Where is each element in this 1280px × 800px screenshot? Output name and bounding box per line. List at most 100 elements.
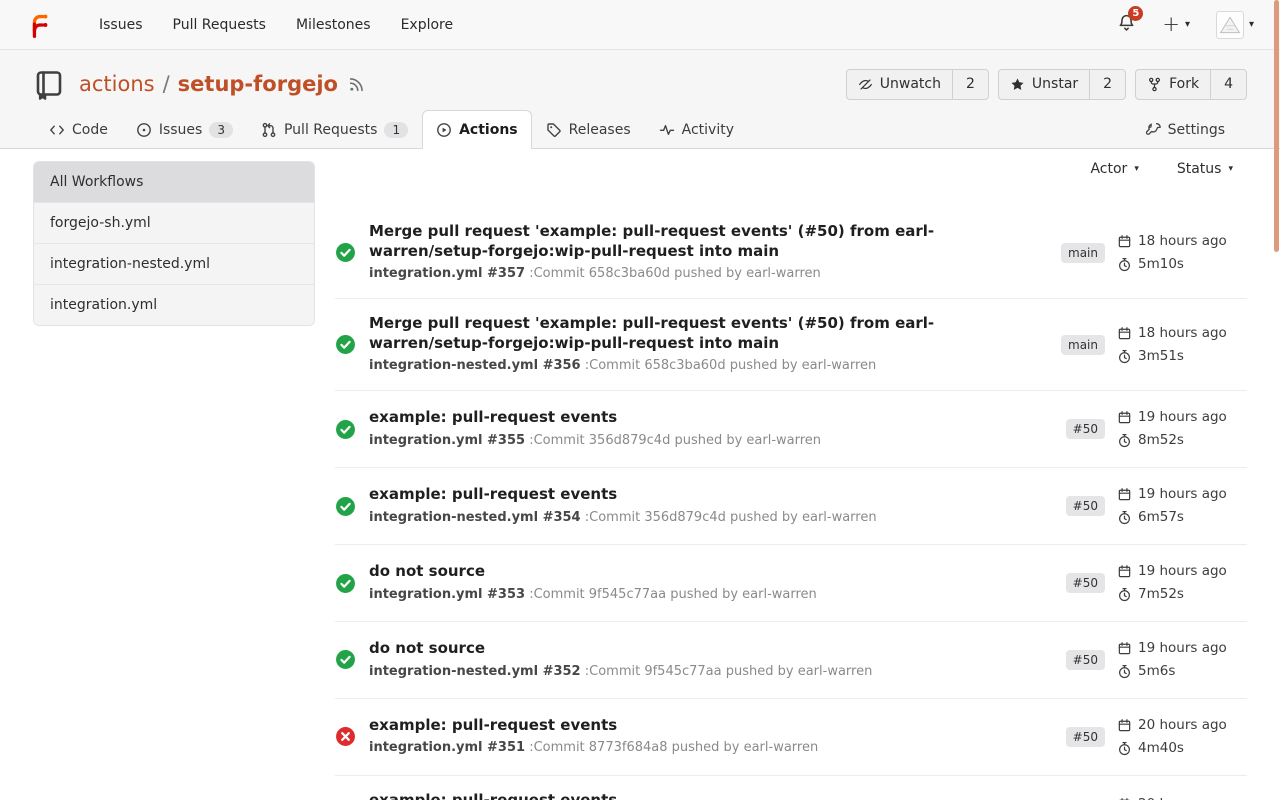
nav-link-explore[interactable]: Explore	[386, 9, 469, 41]
run-duration: 7m52s	[1138, 583, 1184, 606]
run-subtitle: integration.yml #353 :Commit 9f545c77aa …	[369, 586, 1045, 604]
tab-activity-label: Activity	[682, 122, 734, 138]
run-title-link[interactable]: example: pull-request events	[369, 791, 987, 800]
run-body: do not source integration-nested.yml #35…	[369, 639, 1059, 681]
run-title-link[interactable]: example: pull-request events	[369, 485, 987, 505]
run-status-icon	[335, 496, 356, 517]
run-title-link[interactable]: Merge pull request 'example: pull-reques…	[369, 314, 987, 353]
stopwatch-icon	[1117, 257, 1132, 272]
run-ref-badge[interactable]: #50	[1066, 650, 1105, 670]
forks-count[interactable]: 4	[1210, 70, 1246, 99]
play-circle-icon	[436, 122, 452, 138]
page-scrollbar-thumb[interactable]	[1274, 0, 1279, 252]
fork-button-group: Fork 4	[1135, 69, 1247, 100]
sidebar-item-all-workflows[interactable]: All Workflows	[34, 162, 314, 203]
run-time-line: 19 hours ago	[1117, 406, 1247, 429]
forgejo-logo-icon[interactable]	[26, 11, 54, 39]
run-ref-badge[interactable]: main	[1061, 243, 1105, 263]
repo-owner-link[interactable]: actions	[79, 72, 155, 96]
notifications-button[interactable]: 5	[1117, 13, 1136, 36]
run-subtitle: integration-nested.yml #356 :Commit 658c…	[369, 357, 1045, 375]
calendar-icon	[1117, 797, 1132, 800]
pulse-icon	[659, 122, 675, 138]
run-workflow-link[interactable]: integration.yml #353	[369, 587, 525, 602]
run-workflow-link[interactable]: integration.yml #355	[369, 433, 525, 448]
user-menu-dropdown[interactable]: ▾	[1216, 11, 1254, 39]
rss-icon[interactable]	[348, 76, 365, 93]
stars-count[interactable]: 2	[1089, 70, 1125, 99]
tab-code[interactable]: Code	[35, 110, 122, 149]
run-status-icon	[335, 334, 356, 355]
run-workflow-link[interactable]: integration.yml #351	[369, 740, 525, 755]
tab-settings[interactable]: Settings	[1131, 110, 1239, 149]
run-duration: 6m57s	[1138, 506, 1184, 529]
run-title-link[interactable]: Merge pull request 'example: pull-reques…	[369, 222, 987, 261]
fork-icon	[1147, 77, 1162, 92]
run-workflow-link[interactable]: integration.yml #357	[369, 266, 525, 281]
unwatch-button[interactable]: Unwatch	[847, 70, 952, 99]
run-row: example: pull-request events integration…	[335, 468, 1247, 545]
tab-pull-requests[interactable]: Pull Requests 1	[247, 110, 422, 149]
status-filter-dropdown[interactable]: Status ▾	[1177, 161, 1233, 177]
tab-actions[interactable]: Actions	[422, 110, 532, 149]
nav-link-pull-requests[interactable]: Pull Requests	[158, 9, 281, 41]
workflow-sidebar: All Workflows forgejo-sh.yml integration…	[33, 161, 315, 326]
issue-circle-icon	[136, 122, 152, 138]
repo-header: actions / setup-forgejo	[0, 50, 1280, 149]
unstar-label: Unstar	[1032, 76, 1078, 92]
run-row: do not source integration.yml #353 :Comm…	[335, 545, 1247, 622]
run-row: example: pull-request events integration…	[335, 699, 1247, 776]
run-title-link[interactable]: do not source	[369, 562, 987, 582]
nav-link-milestones[interactable]: Milestones	[281, 9, 386, 41]
run-workflow-link[interactable]: integration-nested.yml #356	[369, 358, 581, 373]
repo-tabs: Code Issues 3 Pull Requests 1	[33, 110, 1247, 148]
sidebar-item-forgejo-sh[interactable]: forgejo-sh.yml	[34, 203, 314, 244]
run-duration: 4m40s	[1138, 737, 1184, 760]
run-title-link[interactable]: example: pull-request events	[369, 716, 987, 736]
run-commit-info: :Commit 658c3ba60d pushed by earl-warren	[529, 266, 821, 281]
watch-button-group: Unwatch 2	[846, 69, 989, 100]
run-body: Merge pull request 'example: pull-reques…	[369, 222, 1059, 283]
sidebar-item-integration-nested[interactable]: integration-nested.yml	[34, 244, 314, 285]
run-subtitle: integration-nested.yml #354 :Commit 356d…	[369, 509, 1045, 527]
stopwatch-icon	[1117, 349, 1132, 364]
run-commit-info: :Commit 356d879c4d pushed by earl-warren	[529, 433, 821, 448]
tab-releases[interactable]: Releases	[532, 110, 645, 149]
tab-issues[interactable]: Issues 3	[122, 110, 247, 149]
actor-filter-dropdown[interactable]: Actor ▾	[1090, 161, 1138, 177]
calendar-icon	[1117, 564, 1132, 579]
repo-title-separator: /	[163, 72, 170, 96]
chevron-down-icon: ▾	[1134, 164, 1139, 174]
run-ref-badge[interactable]: main	[1061, 335, 1105, 355]
run-meta: 19 hours ago 8m52s	[1117, 406, 1247, 452]
run-workflow-link[interactable]: integration-nested.yml #352	[369, 664, 581, 679]
run-duration: 5m6s	[1138, 660, 1175, 683]
run-title-link[interactable]: do not source	[369, 639, 987, 659]
run-commit-info: :Commit 658c3ba60d pushed by earl-warren	[585, 358, 877, 373]
tab-activity[interactable]: Activity	[645, 110, 748, 149]
run-time-line: 18 hours ago	[1117, 230, 1247, 253]
tab-settings-label: Settings	[1168, 122, 1225, 138]
repo-action-buttons: Unwatch 2 Unstar 2	[846, 69, 1247, 100]
create-new-dropdown[interactable]: + ▾	[1162, 14, 1190, 35]
star-icon	[1010, 77, 1025, 92]
run-status-icon	[335, 726, 356, 747]
run-duration: 8m52s	[1138, 429, 1184, 452]
run-ref-badge[interactable]: #50	[1066, 573, 1105, 593]
run-title-link[interactable]: example: pull-request events	[369, 408, 987, 428]
run-ref-badge[interactable]: #50	[1066, 419, 1105, 439]
nav-link-issues[interactable]: Issues	[84, 9, 158, 41]
calendar-icon	[1117, 326, 1132, 341]
watchers-count[interactable]: 2	[952, 70, 988, 99]
unstar-button[interactable]: Unstar	[999, 70, 1089, 99]
repo-title-row: actions / setup-forgejo	[33, 68, 1247, 100]
fork-button[interactable]: Fork	[1136, 70, 1210, 99]
eye-slash-icon	[858, 77, 873, 92]
run-ref-badge[interactable]: #50	[1066, 727, 1105, 747]
repo-name-link[interactable]: setup-forgejo	[178, 72, 338, 96]
sidebar-item-integration[interactable]: integration.yml	[34, 285, 314, 325]
run-badge-col: #50	[1059, 573, 1105, 593]
run-time-line: 19 hours ago	[1117, 637, 1247, 660]
run-workflow-link[interactable]: integration-nested.yml #354	[369, 510, 581, 525]
run-ref-badge[interactable]: #50	[1066, 496, 1105, 516]
